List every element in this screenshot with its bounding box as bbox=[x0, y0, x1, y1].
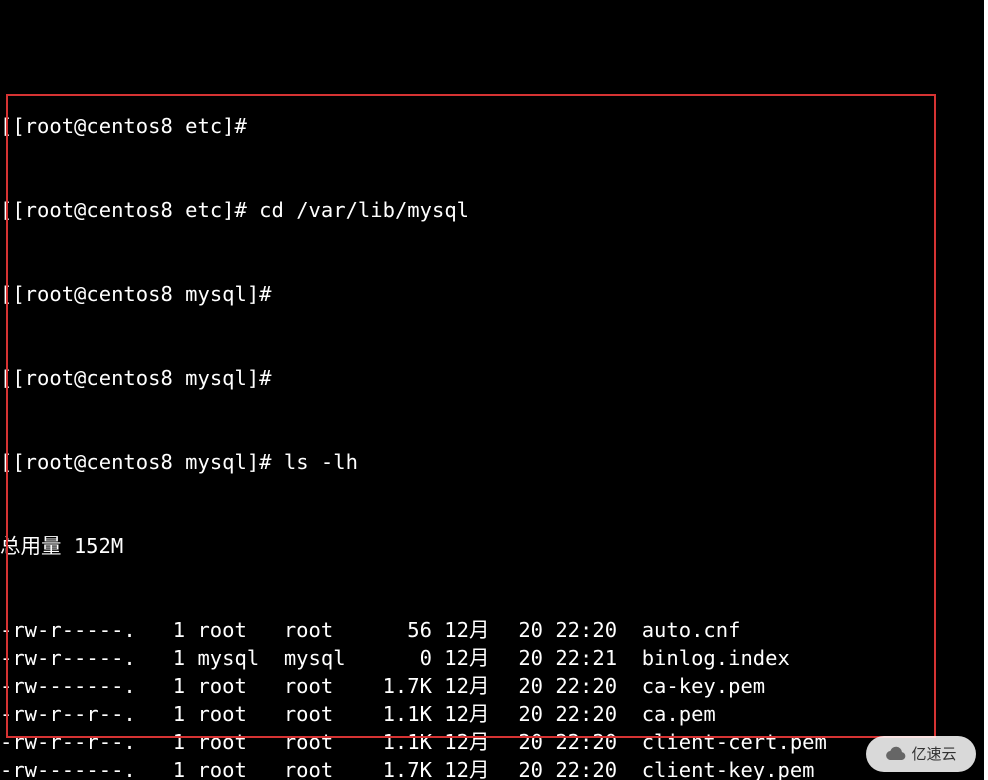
file-owner: mysql bbox=[197, 644, 271, 672]
file-group: root bbox=[284, 616, 358, 644]
file-day: 20 bbox=[506, 616, 543, 644]
file-links: 1 bbox=[160, 700, 185, 728]
total-size-line: 总用量 152M bbox=[0, 532, 984, 560]
file-month: 12月 bbox=[444, 616, 506, 644]
file-permissions: -rw-r-----. bbox=[0, 644, 148, 672]
file-owner: root bbox=[197, 672, 271, 700]
file-row: -rw-r-----. 1 root root 56 12月2022:20aut… bbox=[0, 616, 984, 644]
file-links: 1 bbox=[160, 616, 185, 644]
file-day: 20 bbox=[506, 700, 543, 728]
file-row: -rw-r--r--. 1 root root 1.1K 12月2022:20c… bbox=[0, 728, 984, 756]
terminal-window[interactable]: [[root@centos8 etc]# [[root@centos8 etc]… bbox=[0, 0, 984, 780]
file-time: 22:21 bbox=[543, 644, 617, 672]
file-links: 1 bbox=[160, 672, 185, 700]
file-month: 12月 bbox=[444, 700, 506, 728]
file-row: -rw-r-----. 1 mysql mysql 0 12月2022:21bi… bbox=[0, 644, 984, 672]
file-permissions: -rw-------. bbox=[0, 672, 148, 700]
file-row: -rw-------. 1 root root 1.7K 12月2022:20c… bbox=[0, 756, 984, 780]
file-row: -rw-------. 1 root root 1.7K 12月2022:20c… bbox=[0, 672, 984, 700]
file-size: 56 bbox=[370, 616, 432, 644]
file-month: 12月 bbox=[444, 672, 506, 700]
file-permissions: -rw-r-----. bbox=[0, 616, 148, 644]
file-group: root bbox=[284, 672, 358, 700]
file-size: 1.1K bbox=[370, 700, 432, 728]
file-owner: root bbox=[197, 756, 271, 780]
file-size: 0 bbox=[370, 644, 432, 672]
file-owner: root bbox=[197, 700, 271, 728]
file-permissions: -rw-r--r--. bbox=[0, 728, 148, 756]
file-name: ca-key.pem bbox=[617, 672, 765, 700]
file-listing: -rw-r-----. 1 root root 56 12月2022:20aut… bbox=[0, 616, 984, 780]
file-day: 20 bbox=[506, 728, 543, 756]
file-name: client-key.pem bbox=[617, 756, 814, 780]
file-group: root bbox=[284, 700, 358, 728]
file-group: root bbox=[284, 756, 358, 780]
file-owner: root bbox=[197, 616, 271, 644]
file-group: mysql bbox=[284, 644, 358, 672]
prompt-line: [[root@centos8 mysql]# bbox=[0, 280, 984, 308]
terminal-content: [[root@centos8 etc]# [[root@centos8 etc]… bbox=[0, 56, 984, 780]
file-name: auto.cnf bbox=[617, 616, 740, 644]
file-group: root bbox=[284, 728, 358, 756]
prompt-line: [[root@centos8 etc]# bbox=[0, 112, 984, 140]
file-size: 1.7K bbox=[370, 672, 432, 700]
prompt-line: [[root@centos8 etc]# cd /var/lib/mysql bbox=[0, 196, 984, 224]
file-time: 22:20 bbox=[543, 756, 617, 780]
file-name: client-cert.pem bbox=[617, 728, 827, 756]
file-month: 12月 bbox=[444, 756, 506, 780]
file-links: 1 bbox=[160, 728, 185, 756]
file-time: 22:20 bbox=[543, 616, 617, 644]
file-permissions: -rw-------. bbox=[0, 756, 148, 780]
file-links: 1 bbox=[160, 644, 185, 672]
prompt-line: [[root@centos8 mysql]# bbox=[0, 364, 984, 392]
file-name: binlog.index bbox=[617, 644, 790, 672]
file-time: 22:20 bbox=[543, 700, 617, 728]
file-row: -rw-r--r--. 1 root root 1.1K 12月2022:20c… bbox=[0, 700, 984, 728]
file-month: 12月 bbox=[444, 644, 506, 672]
file-links: 1 bbox=[160, 756, 185, 780]
file-name: ca.pem bbox=[617, 700, 716, 728]
file-time: 22:20 bbox=[543, 672, 617, 700]
file-size: 1.7K bbox=[370, 756, 432, 780]
file-day: 20 bbox=[506, 672, 543, 700]
file-permissions: -rw-r--r--. bbox=[0, 700, 148, 728]
file-day: 20 bbox=[506, 756, 543, 780]
file-month: 12月 bbox=[444, 728, 506, 756]
file-size: 1.1K bbox=[370, 728, 432, 756]
file-time: 22:20 bbox=[543, 728, 617, 756]
ls-command-line: [[root@centos8 mysql]# ls -lh bbox=[0, 448, 984, 476]
file-owner: root bbox=[197, 728, 271, 756]
file-day: 20 bbox=[506, 644, 543, 672]
